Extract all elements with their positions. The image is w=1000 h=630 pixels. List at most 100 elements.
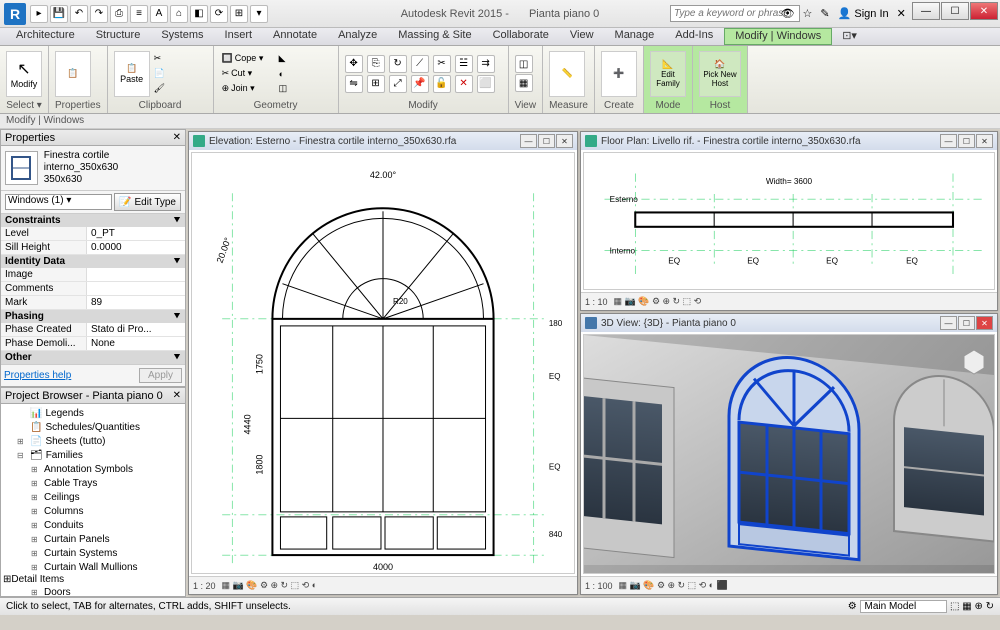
tree-ceilings[interactable]: ⊞Ceilings <box>3 490 183 504</box>
tab-architecture[interactable]: Architecture <box>6 28 86 45</box>
tree-annotation-symbols[interactable]: ⊞Annotation Symbols <box>3 462 183 476</box>
3d-titlebar[interactable]: 3D View: {3D} - Pianta piano 0 —☐✕ <box>581 314 997 332</box>
view-btn-1[interactable]: ◫ <box>515 55 533 73</box>
elev-close-icon[interactable]: ✕ <box>556 134 573 148</box>
trim-icon[interactable]: ⟋ <box>411 55 429 73</box>
edit-type-button[interactable]: 📝 Edit Type <box>114 193 181 211</box>
qat-3d-icon[interactable]: ⌂ <box>170 5 188 23</box>
elev-scale[interactable]: 1 : 20 <box>193 581 216 591</box>
properties-button[interactable]: 📋 <box>55 51 91 97</box>
apply-button[interactable]: Apply <box>139 368 182 383</box>
fp-close-icon[interactable]: ✕ <box>976 134 993 148</box>
tab-overflow-icon[interactable]: ⊡▾ <box>832 28 868 45</box>
browser-close-icon[interactable]: ✕ <box>173 390 181 401</box>
floorplan-canvas[interactable]: Esterno Interno Width= 3600 EQ EQ EQ EQ <box>583 152 995 290</box>
fp-scale[interactable]: 1 : 10 <box>585 297 608 307</box>
infocenter-icon[interactable]: 👁 <box>781 7 795 20</box>
tree-sheets[interactable]: ⊞📄 Sheets (tutto) <box>3 434 183 448</box>
floorplan-view-controls[interactable]: 1 : 10 ▦ 📷 🎨 ⚙ ⊕ ↻ ⬚ ⟲ <box>581 292 997 310</box>
panel-label-select[interactable]: Select ▾ <box>6 99 42 111</box>
geom-btn-1[interactable]: ◣ <box>277 52 332 66</box>
qat-print-icon[interactable]: ⎙ <box>110 5 128 23</box>
maximize-button[interactable]: ☐ <box>941 2 969 20</box>
tab-annotate[interactable]: Annotate <box>263 28 328 45</box>
tree-detail-items[interactable]: ⊞Detail Items <box>3 574 183 585</box>
qat-text-icon[interactable]: A <box>150 5 168 23</box>
qat-switch-icon[interactable]: ⊞ <box>230 5 248 23</box>
geom-btn-2[interactable]: ◐ <box>277 67 332 81</box>
delete-icon[interactable]: ✕ <box>455 75 473 93</box>
category-selector[interactable]: Windows (1) ▾ <box>5 194 112 210</box>
qat-section-icon[interactable]: ◧ <box>190 5 208 23</box>
app-logo-icon[interactable]: R <box>4 3 26 25</box>
match-button[interactable]: 🖌 <box>152 82 207 96</box>
join-button[interactable]: ⊕ Join ▾ <box>220 82 275 96</box>
3d-canvas[interactable] <box>583 334 995 574</box>
tab-insert[interactable]: Insert <box>215 28 264 45</box>
3d-max-icon[interactable]: ☐ <box>958 316 975 330</box>
prop-phase-created[interactable]: Phase CreatedStato di Pro... <box>1 323 185 337</box>
group-icon[interactable]: ⬜ <box>477 75 495 93</box>
qat-measure-icon[interactable]: ≡ <box>130 5 148 23</box>
fp-min-icon[interactable]: — <box>940 134 957 148</box>
qat-undo-icon[interactable]: ↶ <box>70 5 88 23</box>
3d-min-icon[interactable]: — <box>940 316 957 330</box>
properties-close-icon[interactable]: ✕ <box>173 132 181 143</box>
3d-close-icon[interactable]: ✕ <box>976 316 993 330</box>
elev-max-icon[interactable]: ☐ <box>538 134 555 148</box>
prop-comments[interactable]: Comments <box>1 282 185 296</box>
prop-level[interactable]: Level0_PT <box>1 227 185 241</box>
pick-host-button[interactable]: 🏠Pick New Host <box>699 51 741 97</box>
align-icon[interactable]: ☱ <box>455 55 473 73</box>
tab-view[interactable]: View <box>560 28 605 45</box>
copy-icon[interactable]: ⎘ <box>367 55 385 73</box>
offset-icon[interactable]: ⇉ <box>477 55 495 73</box>
tree-schedules[interactable]: 📋 Schedules/Quantities <box>3 420 183 434</box>
vc-icon[interactable]: ▦ 📷 🎨 ⚙ ⊕ ↻ ⬚ ⟲ <box>614 296 702 307</box>
view-btn-2[interactable]: ▦ <box>515 74 533 92</box>
prop-mark[interactable]: Mark89 <box>1 296 185 310</box>
filter-icon[interactable]: ⚙ <box>848 601 857 612</box>
tree-doors[interactable]: ⊞Doors <box>3 585 183 597</box>
geom-btn-3[interactable]: ◫ <box>277 82 332 96</box>
qat-dropdown-icon[interactable]: ▾ <box>250 5 268 23</box>
prop-image[interactable]: Image <box>1 268 185 282</box>
elev-min-icon[interactable]: — <box>520 134 537 148</box>
workset-selector[interactable]: Main Model <box>860 600 948 613</box>
prop-phase-demolished[interactable]: Phase Demoli...None <box>1 337 185 351</box>
properties-help-link[interactable]: Properties help <box>4 370 71 381</box>
qat-redo-icon[interactable]: ↷ <box>90 5 108 23</box>
cat-constraints[interactable]: Constraints⯆ <box>1 214 185 227</box>
vc-icon[interactable]: ▦ 📷 🎨 ⚙ ⊕ ↻ ⬚ ⟲ ◐ ⬛ <box>619 580 728 591</box>
tree-curtain-systems[interactable]: ⊞Curtain Systems <box>3 546 183 560</box>
cope-button[interactable]: 🔲 Cope ▾ <box>220 52 275 66</box>
tree-columns[interactable]: ⊞Columns <box>3 504 183 518</box>
qat-open-icon[interactable]: ▸ <box>30 5 48 23</box>
tab-structure[interactable]: Structure <box>86 28 152 45</box>
close-button[interactable]: ✕ <box>970 2 998 20</box>
tree-cable-trays[interactable]: ⊞Cable Trays <box>3 476 183 490</box>
modify-tool-button[interactable]: ↖Modify <box>6 51 42 97</box>
exchange-icon[interactable]: ✕ <box>897 7 906 20</box>
create-button[interactable]: ➕ <box>601 51 637 97</box>
copy-clipboard-button[interactable]: 📄 <box>152 67 207 81</box>
prop-sill-height[interactable]: Sill Height0.0000 <box>1 241 185 255</box>
tab-systems[interactable]: Systems <box>151 28 214 45</box>
cut-clipboard-button[interactable]: ✂ <box>152 52 207 66</box>
cut-geom-button[interactable]: ✂ Cut ▾ <box>220 67 275 81</box>
tree-legends[interactable]: 📊 Legends <box>3 406 183 420</box>
elevation-view-controls[interactable]: 1 : 20 ▦ 📷 🎨 ⚙ ⊕ ↻ ⬚ ⟲ ◐ <box>189 576 577 594</box>
type-selector-head[interactable]: Finestra cortile interno_350x630 350x630 <box>1 146 185 191</box>
scale-icon[interactable]: ⤢ <box>389 75 407 93</box>
tab-manage[interactable]: Manage <box>605 28 666 45</box>
tab-collaborate[interactable]: Collaborate <box>483 28 560 45</box>
cat-other[interactable]: Other⯆ <box>1 351 185 364</box>
tree-families[interactable]: ⊟🗂 Families <box>3 448 183 462</box>
tab-analyze[interactable]: Analyze <box>328 28 388 45</box>
measure-button[interactable]: 📏 <box>549 51 585 97</box>
tree-curtain-panels[interactable]: ⊞Curtain Panels <box>3 532 183 546</box>
3d-scale[interactable]: 1 : 100 <box>585 581 613 591</box>
sign-in-button[interactable]: 👤 Sign In <box>838 7 889 20</box>
tab-massing[interactable]: Massing & Site <box>388 28 482 45</box>
edit-family-button[interactable]: 📐Edit Family <box>650 51 686 97</box>
